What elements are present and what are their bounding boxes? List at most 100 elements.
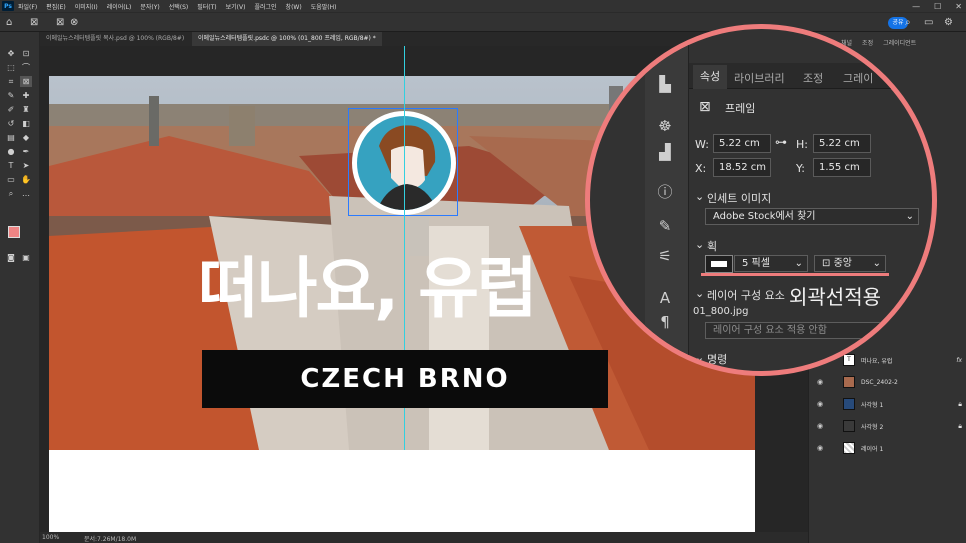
eye-icon[interactable]: ◉: [817, 444, 827, 452]
shape-layer-thumb: [843, 398, 855, 410]
artboard-tool-icon[interactable]: ⊡: [20, 48, 32, 59]
doc-info: 문서:7.26M/18.0M: [84, 536, 137, 543]
close-icon[interactable]: ✕: [955, 2, 962, 11]
magnified-properties-panel: ▙ ☸ ▟ ⓘ ✎ ⚟ A ¶ 속성 라이브러리 조정 그레이 ⊠ 프레임 W:…: [585, 24, 937, 376]
headline-text[interactable]: 떠나요, 유럽: [198, 248, 618, 330]
menu-edit[interactable]: 편집(E): [46, 2, 66, 11]
menu-plugins[interactable]: 플러그인: [254, 2, 276, 11]
eyedropper-tool-icon[interactable]: ✎: [5, 90, 17, 101]
menu-view[interactable]: 보기(V): [226, 2, 246, 11]
menu-layer[interactable]: 레이어(L): [107, 2, 132, 11]
blur-tool-icon[interactable]: ◆: [20, 132, 32, 143]
czech-brno-banner[interactable]: CZECH BRNO: [202, 350, 608, 408]
layer-row[interactable]: ◉ 사각형 2 🔒︎: [817, 416, 962, 436]
link-icon[interactable]: ⊶: [775, 135, 787, 149]
crop-tool-icon[interactable]: ⌗: [5, 76, 17, 87]
frame-tool-icon[interactable]: ⊠: [30, 17, 38, 28]
chevron-down-icon[interactable]: ⌄: [695, 351, 704, 364]
layer-row[interactable]: ◉ DSC_2402-2: [817, 372, 962, 392]
menu-image[interactable]: 이미지(I): [75, 2, 98, 11]
menu-select[interactable]: 선택(S): [169, 2, 189, 11]
tab-copy-doc[interactable]: 이메일뉴스레터템플릿 복사.psd @ 100% (RGB/8#): [40, 32, 192, 46]
menu-bar: Ps 파일(F) 편집(E) 이미지(I) 레이어(L) 문자(Y) 선택(S)…: [0, 0, 966, 12]
stroke-title: 획: [707, 240, 718, 253]
frame-rect-icon[interactable]: ⊠: [56, 17, 64, 28]
menu-file[interactable]: 파일(F): [18, 2, 37, 11]
eye-icon[interactable]: ◉: [817, 422, 827, 430]
eye-icon[interactable]: ◉: [817, 400, 827, 408]
pen-tool-icon[interactable]: ✒: [20, 146, 32, 157]
height-field[interactable]: 5.22 cm: [813, 134, 871, 153]
hand-tool-icon[interactable]: ✋: [20, 174, 32, 185]
stroke-size-select[interactable]: 5 픽셀 ⌄: [734, 255, 808, 272]
move-tool-icon[interactable]: ✥: [5, 48, 17, 59]
zoom-tool-icon[interactable]: ⌕: [5, 188, 17, 199]
tab-gradients[interactable]: 그레이: [843, 70, 873, 86]
gradient-tool-icon[interactable]: ▤: [5, 132, 17, 143]
paragraph-icon[interactable]: ¶: [655, 313, 675, 331]
menu-type[interactable]: 문자(Y): [140, 2, 159, 11]
spot-heal-tool-icon[interactable]: ✚: [20, 90, 32, 101]
info-icon[interactable]: ⓘ: [655, 181, 675, 202]
marquee-tool-icon[interactable]: ⬚: [5, 62, 17, 73]
tab-adjustments[interactable]: 조정: [803, 70, 823, 86]
settings-icon[interactable]: ⚙: [944, 17, 953, 28]
canvas-white-section[interactable]: [49, 450, 755, 534]
dodge-tool-icon[interactable]: ●: [5, 146, 17, 157]
commands-title: 명령: [707, 353, 728, 366]
eye-icon[interactable]: ◉: [817, 378, 827, 386]
menu-filter[interactable]: 필터(T): [197, 2, 216, 11]
menu-window[interactable]: 창(W): [286, 2, 302, 11]
shape-tool-icon[interactable]: ▭: [5, 174, 17, 185]
layer-name: 사각형 1: [861, 401, 884, 409]
brush-settings-icon[interactable]: ✎: [655, 217, 675, 235]
foreground-color-swatch[interactable]: [8, 226, 20, 238]
tools-panel: ✥ ⊡ ⬚ ⌒ ⌗ ⊠ ✎ ✚ ✐ ♜ ↺ ◧ ▤ ◆ ● ✒ T ➤ ▭ ✋ …: [0, 32, 40, 543]
stroke-align-select[interactable]: ⊡ 중앙 ⌄: [814, 255, 886, 272]
tab-libraries[interactable]: 라이브러리: [734, 70, 785, 86]
menu-help[interactable]: 도움말(H): [311, 2, 337, 11]
fx-badge[interactable]: fx: [956, 357, 962, 364]
tab-active-doc[interactable]: 이메일뉴스레터템플릿.psdc @ 100% (01_800 프레임, RGB/…: [192, 32, 382, 46]
histogram-icon[interactable]: ▟: [655, 143, 675, 161]
history-brush-icon[interactable]: ↺: [5, 118, 17, 129]
y-field[interactable]: 1.55 cm: [813, 158, 871, 177]
character-icon[interactable]: A: [655, 289, 675, 307]
chevron-down-icon[interactable]: ⌄: [695, 287, 704, 300]
navigator-icon[interactable]: ☸: [655, 117, 675, 135]
type-tool-icon[interactable]: T: [5, 160, 17, 171]
layer-name: 사각형 2: [861, 423, 884, 431]
path-select-icon[interactable]: ➤: [20, 160, 32, 171]
maximize-icon[interactable]: ☐: [934, 2, 941, 11]
lasso-tool-icon[interactable]: ⌒: [20, 62, 32, 73]
width-field[interactable]: 5.22 cm: [713, 134, 771, 153]
eraser-tool-icon[interactable]: ◧: [20, 118, 32, 129]
zoom-level[interactable]: 100%: [42, 534, 59, 541]
chevron-down-icon: ⌄: [872, 258, 881, 269]
frame-tool-icon[interactable]: ⊠: [20, 76, 32, 87]
home-icon[interactable]: ⌂: [6, 17, 12, 28]
stroke-align-value: 중앙: [833, 258, 852, 269]
workspace-icon[interactable]: ▭: [924, 17, 933, 28]
brush-tool-icon[interactable]: ✐: [5, 104, 17, 115]
layers-panel-icon[interactable]: ▙: [655, 75, 675, 93]
search-icon[interactable]: ⌕: [905, 17, 911, 28]
layer-row[interactable]: ◉ 레이어 1: [817, 438, 962, 458]
quick-mask-icon[interactable]: ◙: [5, 252, 17, 263]
tool-presets-icon[interactable]: ⚟: [655, 247, 675, 265]
stroke-annotation-text: 외곽선적용: [789, 285, 881, 309]
frame-section-title: 프레임: [725, 102, 756, 115]
chevron-down-icon[interactable]: ⌄: [695, 238, 704, 251]
minimize-icon[interactable]: —: [912, 2, 920, 11]
x-field[interactable]: 18.52 cm: [713, 158, 771, 177]
frame-ellipse-icon[interactable]: ⊗: [70, 17, 78, 28]
adobe-stock-select[interactable]: Adobe Stock에서 찾기 ⌄: [705, 208, 919, 225]
layer-row[interactable]: ◉ 사각형 1 🔒︎: [817, 394, 962, 414]
tab-properties[interactable]: 속성: [693, 65, 727, 89]
layer-comp-select[interactable]: 레이어 구성 요소 적용 안함: [705, 322, 901, 339]
stroke-color-swatch[interactable]: [705, 255, 733, 273]
chevron-down-icon[interactable]: ⌄: [695, 190, 704, 203]
screen-mode-icon[interactable]: ▣: [20, 252, 32, 263]
stamp-tool-icon[interactable]: ♜: [20, 104, 32, 115]
more-tools-icon[interactable]: …: [20, 188, 32, 199]
